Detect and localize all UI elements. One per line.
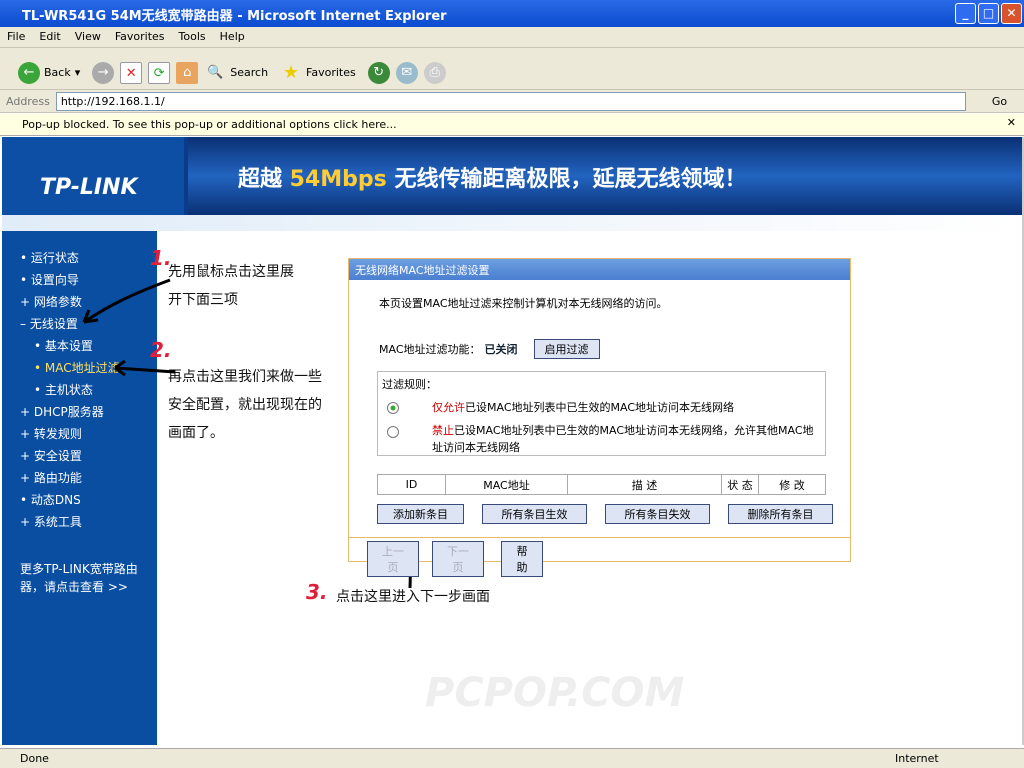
zone-indicator: Internet: [895, 752, 939, 765]
filter-rules-box: 过滤规则： 仅允许已设MAC地址列表中已生效的MAC地址访问本无线网络 禁止已设…: [377, 371, 826, 456]
rule-deny-label: 禁止已设MAC地址列表中已生效的MAC地址访问本无线网络，允许其他MAC地址访问…: [432, 424, 814, 454]
panel-title: 无线网络MAC地址过滤设置: [349, 259, 850, 280]
radio-allow-only[interactable]: [387, 402, 399, 414]
panel-description: 本页设置MAC地址过滤来控制计算机对本无线网络的访问。: [379, 297, 668, 310]
status-bar: Done Internet: [0, 748, 1024, 768]
radio-deny[interactable]: [387, 426, 399, 438]
watermark: PCPOP.COM: [425, 670, 685, 716]
next-page-button[interactable]: 下一页: [432, 541, 484, 577]
disable-all-button[interactable]: 所有条目失效: [605, 504, 710, 524]
mac-filter-panel: 无线网络MAC地址过滤设置 本页设置MAC地址过滤来控制计算机对本无线网络的访问…: [348, 258, 851, 577]
help-button[interactable]: 帮 助: [501, 541, 543, 577]
filter-function-row: MAC地址过滤功能： 已关闭 启用过滤: [379, 339, 600, 359]
delete-all-button[interactable]: 删除所有条目: [728, 504, 833, 524]
enable-filter-button[interactable]: 启用过滤: [533, 339, 600, 359]
mac-table: ID MAC地址描 述状 态修 改: [377, 474, 826, 495]
table-header: ID MAC地址描 述状 态修 改: [377, 474, 826, 495]
status-text: Done: [20, 752, 49, 765]
rule-allow-label: 仅允许已设MAC地址列表中已生效的MAC地址访问本无线网络: [432, 401, 735, 414]
filter-state: 已关闭: [484, 343, 518, 356]
add-entry-button[interactable]: 添加新条目: [377, 504, 464, 524]
prev-page-button[interactable]: 上一页: [367, 541, 419, 577]
enable-all-button[interactable]: 所有条目生效: [482, 504, 587, 524]
